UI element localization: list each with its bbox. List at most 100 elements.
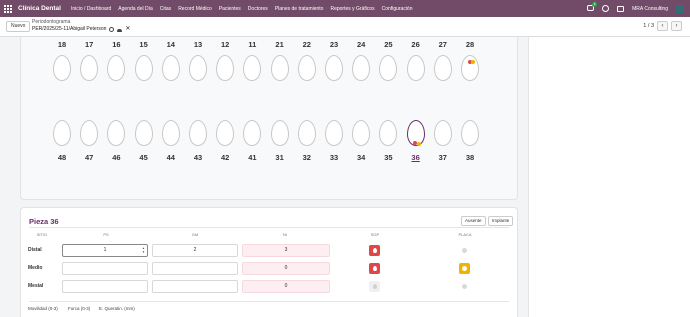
- tooth-number: 31: [275, 153, 284, 162]
- pager-value[interactable]: 1 / 3: [643, 23, 654, 29]
- bleeding-toggle-distal[interactable]: [369, 245, 380, 256]
- menu-item-dashboard[interactable]: Inicio / Dashboard: [71, 6, 111, 12]
- company-name[interactable]: MRA Consulting: [632, 6, 668, 12]
- discard-icon[interactable]: ✕: [125, 26, 130, 33]
- gm-input-mesial[interactable]: [152, 280, 238, 293]
- menu-item-citas[interactable]: Citas: [160, 6, 171, 12]
- main-menu: Inicio / Dashboard Agenda del Día Citas …: [71, 6, 413, 12]
- gm-input-medio[interactable]: [152, 262, 238, 275]
- col-header-site: SITIO: [36, 232, 48, 237]
- chat-badge: 4: [592, 2, 598, 7]
- col-header-sgp: SGP: [370, 232, 380, 237]
- tooth-38[interactable]: [461, 120, 479, 146]
- implant-button[interactable]: Implante: [488, 216, 514, 226]
- tooth-31[interactable]: [270, 120, 289, 146]
- gear-icon[interactable]: [109, 27, 115, 32]
- ps-input-distal[interactable]: 1 ▲ ▼: [62, 244, 148, 257]
- tooth-41[interactable]: [243, 120, 262, 146]
- tooth-36[interactable]: [406, 120, 425, 146]
- tooth-number: 44: [166, 153, 175, 162]
- ps-input-mesial[interactable]: [62, 280, 148, 293]
- breadcrumb-current: PER/2025/25-11/Abigail Peterson: [32, 26, 107, 32]
- tooth-28[interactable]: [461, 55, 479, 81]
- spinner-icon[interactable]: ▲ ▼: [142, 246, 145, 254]
- tooth-14[interactable]: [161, 55, 180, 81]
- new-button[interactable]: Nuevo: [6, 21, 31, 32]
- tooth-13[interactable]: [189, 55, 207, 81]
- tooth-number: 23: [329, 40, 339, 49]
- tooth-42[interactable]: [216, 120, 235, 146]
- menu-item-planes[interactable]: Planes de tratamiento: [275, 6, 324, 12]
- tooth-number: 43: [193, 153, 203, 162]
- pager-prev-button[interactable]: ‹: [657, 21, 668, 31]
- app-brand[interactable]: Clínica Dental: [18, 5, 61, 12]
- breadcrumb: Periodontograma PER/2025/25-11/Abigail P…: [32, 19, 130, 33]
- chat-icon[interactable]: 4: [587, 2, 598, 12]
- plaque-toggle-medio[interactable]: [459, 263, 470, 274]
- plaque-toggle-distal[interactable]: [459, 245, 470, 256]
- tooth-24[interactable]: [352, 55, 371, 81]
- avatar[interactable]: [676, 4, 684, 13]
- navbar-systray: 4 MRA Consulting: [587, 0, 684, 17]
- tooth-16[interactable]: [107, 55, 126, 81]
- tooth-number: 17: [85, 40, 94, 49]
- tooth-17[interactable]: [80, 55, 99, 81]
- tooth-number: 22: [302, 40, 311, 49]
- tooth-33[interactable]: [325, 120, 343, 146]
- tooth-11[interactable]: [243, 55, 262, 81]
- plaque-toggle-mesial[interactable]: [459, 281, 470, 292]
- cloud-save-icon[interactable]: [117, 28, 123, 32]
- apps-menu-icon[interactable]: [4, 4, 14, 13]
- tooth-number: 47: [85, 153, 94, 162]
- plaque-marker: [416, 142, 421, 146]
- pager-next-button[interactable]: ›: [671, 21, 682, 31]
- tooth-number: 32: [302, 153, 311, 162]
- blood-drop-icon: [372, 247, 377, 253]
- tooth-44[interactable]: [161, 120, 180, 146]
- tooth-35[interactable]: [379, 120, 398, 146]
- tooth-37[interactable]: [433, 120, 452, 146]
- tooth-21[interactable]: [270, 55, 289, 81]
- tooth-number: 11: [248, 40, 257, 49]
- tooth-12[interactable]: [216, 55, 235, 81]
- bleeding-toggle-mesial[interactable]: [369, 281, 380, 292]
- menu-item-agenda[interactable]: Agenda del Día: [118, 6, 152, 12]
- absent-button[interactable]: Ausente: [461, 216, 486, 226]
- tooth-number: 27: [438, 40, 447, 49]
- divider: [29, 301, 509, 302]
- ps-input-medio[interactable]: [62, 262, 148, 275]
- tooth-number: 42: [221, 153, 230, 162]
- tooth-45[interactable]: [134, 120, 153, 146]
- tooth-18[interactable]: [53, 55, 71, 81]
- tooth-47[interactable]: [80, 120, 99, 146]
- tooth-number: 36: [411, 153, 420, 162]
- tooth-23[interactable]: [325, 55, 343, 81]
- col-header-ni: NI: [283, 232, 287, 237]
- menu-item-record[interactable]: Record Médico: [178, 6, 212, 12]
- gm-input-distal[interactable]: 2: [152, 244, 238, 257]
- tooth-48[interactable]: [53, 120, 71, 146]
- tooth-26[interactable]: [406, 55, 425, 81]
- tooth-22[interactable]: [297, 55, 316, 81]
- menu-item-reportes[interactable]: Reportes y Gráficos: [330, 6, 374, 12]
- legend-mobility: Movilidad (0-3): [28, 306, 58, 311]
- row-label-distal: Distal: [28, 247, 42, 253]
- tooth-34[interactable]: [352, 120, 371, 146]
- menu-item-configuracion[interactable]: Configuración: [382, 6, 413, 12]
- tooth-number: 37: [438, 153, 447, 162]
- tooth-15[interactable]: [134, 55, 153, 81]
- tooth-25[interactable]: [379, 55, 398, 81]
- col-header-plaque: PLACA: [458, 232, 472, 237]
- tooth-27[interactable]: [433, 55, 452, 81]
- legend-keratinized: E. Queratin. (mm): [99, 306, 135, 311]
- breadcrumb-parent[interactable]: Periodontograma: [32, 19, 130, 26]
- tooth-43[interactable]: [189, 120, 207, 146]
- menu-item-doctores[interactable]: Doctores: [248, 6, 268, 12]
- tooth-32[interactable]: [297, 120, 316, 146]
- bleeding-toggle-medio[interactable]: [369, 263, 380, 274]
- tooth-number: 35: [384, 153, 393, 162]
- tooth-46[interactable]: [107, 120, 126, 146]
- activity-clock-icon[interactable]: [602, 5, 610, 12]
- company-icon: [617, 5, 625, 12]
- menu-item-pacientes[interactable]: Pacientes: [219, 6, 241, 12]
